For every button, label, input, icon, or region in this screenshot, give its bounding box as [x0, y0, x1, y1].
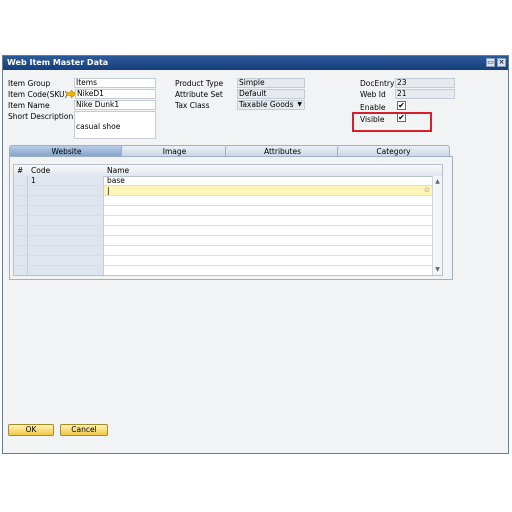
table-row[interactable]	[14, 216, 432, 226]
search-icon[interactable]: ⊙	[424, 186, 430, 194]
chevron-down-icon: ▼	[297, 101, 302, 108]
table-row-active[interactable]: | ⊙	[14, 186, 432, 196]
column-header-name: Name	[107, 166, 130, 175]
table-row[interactable]	[14, 266, 432, 275]
restore-icon[interactable]: ▭	[486, 58, 495, 67]
scroll-up-icon[interactable]: ▲	[434, 178, 441, 185]
cancel-button[interactable]: Cancel	[60, 424, 108, 436]
table-row[interactable]: 1 base	[14, 176, 432, 186]
product-type-label: Product Type	[175, 79, 224, 88]
row-code[interactable]: 1	[28, 176, 104, 185]
short-description-label: Short Description	[8, 112, 74, 121]
column-header-code: Code	[31, 166, 51, 175]
row-header[interactable]	[14, 186, 28, 195]
attribute-set-field[interactable]: Default	[237, 89, 305, 99]
item-code-field[interactable]: NikeD1	[75, 89, 156, 99]
website-panel: # Code Name 1 base | ⊙ ▲ ▼	[9, 156, 453, 280]
enable-checkbox[interactable]: ✔	[397, 101, 406, 110]
item-name-field[interactable]: Nike Dunk1	[74, 100, 156, 110]
close-icon[interactable]: ×	[497, 58, 506, 67]
table-row[interactable]	[14, 196, 432, 206]
column-header-index: #	[17, 166, 24, 175]
docentry-field[interactable]: 23	[395, 78, 455, 88]
item-name-label: Item Name	[8, 101, 50, 110]
ok-button[interactable]: OK	[8, 424, 54, 436]
table-row[interactable]	[14, 236, 432, 246]
tax-class-label: Tax Class	[175, 101, 210, 110]
row-name-input[interactable]: |	[104, 186, 432, 195]
docentry-label: DocEntry	[360, 79, 395, 88]
item-group-field[interactable]: Items	[74, 78, 156, 88]
item-code-label: Item Code(SKU)	[8, 90, 68, 99]
tax-class-value: Taxable Goods	[239, 100, 294, 109]
title-bar: Web Item Master Data ▭ ×	[3, 56, 508, 70]
tax-class-select[interactable]: Taxable Goods ▼	[237, 100, 305, 110]
table-row[interactable]	[14, 206, 432, 216]
row-code[interactable]	[28, 186, 104, 195]
webid-label: Web Id	[360, 90, 386, 99]
row-header[interactable]	[14, 176, 28, 185]
highlight-annotation	[352, 112, 432, 132]
window-title: Web Item Master Data	[7, 58, 109, 67]
row-name[interactable]: base	[104, 176, 432, 185]
table-row[interactable]	[14, 246, 432, 256]
enable-label: Enable	[360, 103, 386, 112]
vertical-scrollbar[interactable]: ▲ ▼	[432, 176, 442, 275]
product-type-field[interactable]: Simple	[237, 78, 305, 88]
webid-field[interactable]: 21	[395, 89, 455, 99]
table-row[interactable]	[14, 226, 432, 236]
scroll-down-icon[interactable]: ▼	[434, 266, 441, 273]
website-grid: # Code Name 1 base | ⊙ ▲ ▼	[13, 164, 443, 276]
attribute-set-label: Attribute Set	[175, 90, 223, 99]
web-item-master-window: Web Item Master Data ▭ × Item Group Item…	[2, 55, 509, 454]
item-group-label: Item Group	[8, 79, 51, 88]
table-row[interactable]	[14, 256, 432, 266]
short-description-field[interactable]: casual shoe	[74, 111, 156, 139]
